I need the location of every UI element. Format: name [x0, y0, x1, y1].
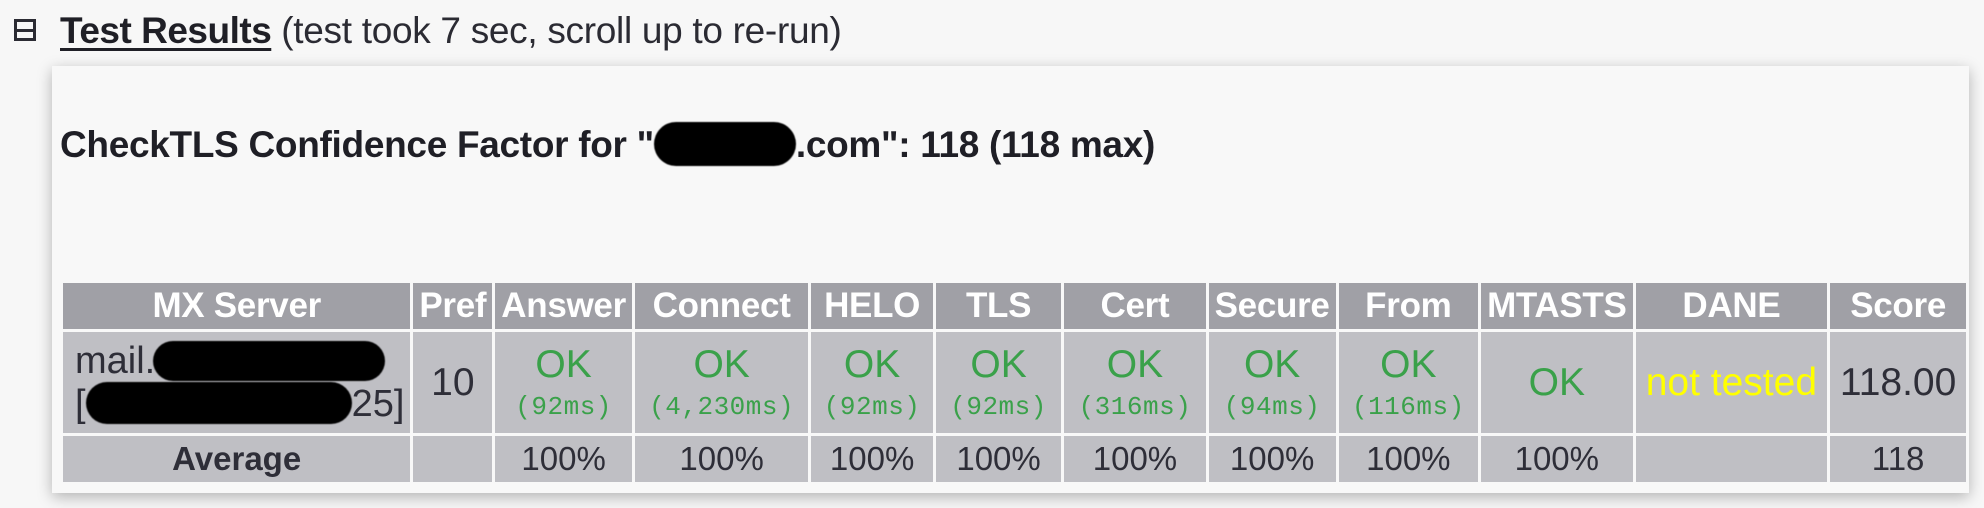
confidence-factor-heading: CheckTLS Confidence Factor for " .com": 1…: [60, 122, 1155, 167]
col-header-helo: HELO: [811, 283, 933, 329]
answer-cell: OK (92ms): [495, 332, 632, 433]
col-header-pref: Pref: [413, 283, 493, 329]
connect-time: (4,230ms): [649, 391, 795, 422]
redacted-hostname: [153, 341, 386, 381]
confidence-suffix: .com": 118 (118 max): [795, 124, 1155, 165]
col-header-mx-server: MX Server: [63, 283, 411, 329]
cert-cell: OK (316ms): [1064, 332, 1206, 433]
from-time: (116ms): [1351, 391, 1465, 422]
average-label: Average: [63, 436, 411, 482]
collapse-box-icon[interactable]: [14, 19, 36, 41]
from-cell: OK (116ms): [1338, 332, 1479, 433]
helo-cell: OK (92ms): [811, 332, 933, 433]
from-status: OK: [1380, 342, 1437, 386]
col-header-tls: TLS: [935, 283, 1062, 329]
confidence-prefix: CheckTLS Confidence Factor for ": [60, 124, 654, 165]
secure-cell: OK (94ms): [1208, 332, 1336, 433]
section-title-link[interactable]: Test Results: [60, 6, 272, 56]
average-from: 100%: [1338, 436, 1479, 482]
redacted-domain: [653, 122, 796, 167]
helo-status: OK: [843, 342, 901, 386]
mx-hostname-prefix: mail.: [75, 340, 156, 382]
tls-cell: OK (92ms): [935, 332, 1062, 433]
mtasts-status: OK: [1528, 360, 1585, 404]
col-header-secure: Secure: [1208, 283, 1336, 329]
average-cert: 100%: [1064, 436, 1206, 482]
results-panel: CheckTLS Confidence Factor for " .com": 1…: [52, 66, 1969, 493]
col-header-cert: Cert: [1064, 283, 1206, 329]
average-row: Average 100% 100% 100% 100% 100% 100% 10…: [63, 436, 1966, 482]
redacted-address: [85, 382, 352, 424]
mx-server-cell: mail. [25]: [63, 332, 411, 433]
dane-cell: not tested: [1635, 332, 1828, 433]
tls-time: (92ms): [950, 391, 1047, 422]
section-header: Test Results (test took 7 sec, scroll up…: [14, 6, 842, 56]
cert-status: OK: [1106, 342, 1164, 386]
secure-time: (94ms): [1223, 391, 1321, 422]
mx-address-suffix: 25]: [351, 383, 405, 425]
table-row: mail. [25] 10 OK (92ms) OK (4,230ms) OK (92…: [63, 332, 1966, 433]
mtasts-cell: OK: [1481, 332, 1633, 433]
average-mtasts: 100%: [1481, 436, 1633, 482]
mx-hostname: mail.: [75, 340, 404, 382]
connect-status: OK: [693, 342, 750, 386]
answer-time: (92ms): [515, 391, 612, 422]
section-note: (test took 7 sec, scroll up to re-run): [281, 10, 842, 51]
score-cell: 118.00: [1830, 332, 1966, 433]
col-header-dane: DANE: [1635, 283, 1828, 329]
dane-status: not tested: [1645, 360, 1818, 404]
secure-status: OK: [1243, 342, 1301, 386]
connect-cell: OK (4,230ms): [634, 332, 809, 433]
average-connect: 100%: [634, 436, 809, 482]
helo-time: (92ms): [823, 391, 921, 422]
col-header-from: From: [1338, 283, 1479, 329]
col-header-answer: Answer: [495, 283, 632, 329]
mx-address: [25]: [75, 382, 404, 425]
average-tls: 100%: [935, 436, 1062, 482]
average-score: 118: [1830, 436, 1966, 482]
col-header-connect: Connect: [634, 283, 809, 329]
col-header-mtasts: MTASTS: [1481, 283, 1633, 329]
cert-time: (316ms): [1078, 391, 1192, 422]
col-header-score: Score: [1830, 283, 1966, 329]
results-table: MX Server Pref Answer Connect HELO TLS C…: [60, 280, 1969, 485]
header-row: MX Server Pref Answer Connect HELO TLS C…: [63, 283, 1966, 329]
pref-cell: 10: [413, 332, 493, 433]
average-helo: 100%: [811, 436, 933, 482]
mx-address-prefix: [: [75, 383, 86, 425]
average-pref: [413, 436, 493, 482]
tls-status: OK: [970, 342, 1027, 386]
average-dane: [1635, 436, 1828, 482]
answer-status: OK: [535, 342, 592, 386]
average-answer: 100%: [495, 436, 632, 482]
average-secure: 100%: [1208, 436, 1336, 482]
